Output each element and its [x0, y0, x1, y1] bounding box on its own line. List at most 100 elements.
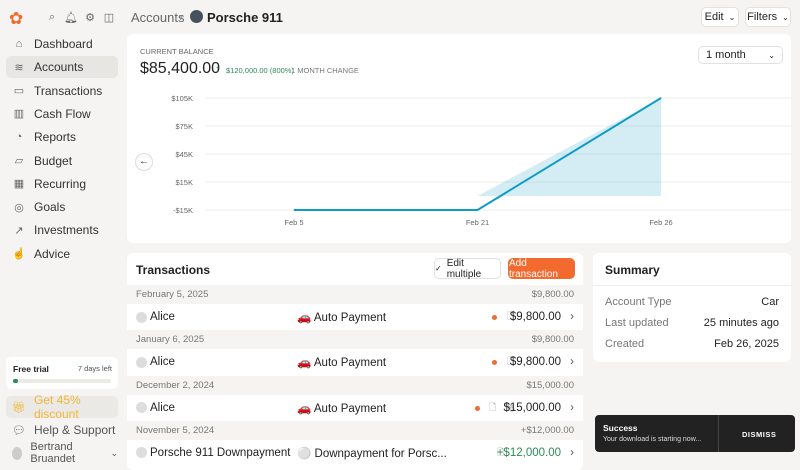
trial-days: 7 days left — [77, 364, 112, 373]
transaction-row[interactable]: Alice 🚗 Auto Payment 🗋 $9,800.00 › — [127, 349, 583, 375]
sidebar-toggle-icon[interactable]: ◫ — [102, 11, 116, 24]
merchant-icon — [136, 356, 147, 368]
sidebar-item-label: Budget — [34, 153, 73, 168]
transaction-row[interactable]: Alice 🚗 Auto Payment 🗋 📎︎ $15,000.00 › — [127, 395, 583, 421]
group-date: November 5, 2024 — [136, 424, 215, 436]
add-transaction-label: Add transaction — [509, 257, 558, 280]
chevron-down-icon: ⌄ — [110, 447, 118, 458]
calendar-icon: ▦ — [13, 178, 25, 191]
date-group-header: November 5, 2024 +$12,000.00 — [127, 420, 583, 440]
merchant-icon — [136, 447, 147, 459]
home-icon: ⌂ — [15, 38, 23, 50]
category: 🚗 Auto Payment — [297, 357, 387, 370]
user-menu[interactable]: Bertrand Bruandet ⌄ — [6, 441, 118, 465]
chevron-right-icon[interactable]: › — [570, 356, 574, 368]
summary-value: Car — [761, 296, 779, 308]
summary-card: Summary Account Type Car Last updated 25 mi… — [593, 253, 791, 362]
edit-multiple-button[interactable]: ✓ Edit multiple — [434, 258, 501, 280]
add-transaction-button[interactable]: Add transaction — [508, 257, 575, 280]
chevron-right-icon[interactable]: › — [570, 447, 574, 459]
y-tick-label: -$15K — [173, 206, 193, 215]
transaction-row[interactable]: Alice 🚗 Auto Payment 🗋 $9,800.00 › — [127, 304, 583, 330]
sidebar-item-label: Advice — [34, 246, 71, 261]
trial-label: Free trial — [13, 364, 49, 374]
transactions-card: Transactions ✓ Edit multiple Add transact… — [127, 253, 583, 470]
bell-icon[interactable]: 🔔︎ — [64, 11, 78, 24]
target-icon: ◎ — [14, 201, 24, 214]
merchant-name: Alice — [150, 311, 175, 323]
group-date: February 5, 2025 — [136, 289, 209, 300]
data-point — [660, 97, 662, 99]
sidebar-item-recurring[interactable]: ▦ Recurring — [6, 173, 118, 195]
sidebar-item-label: Cash Flow — [34, 106, 91, 121]
status-dot — [492, 360, 497, 366]
sidebar-item-label: Transactions — [34, 83, 103, 98]
divider — [593, 285, 791, 286]
dismiss-button[interactable]: DISMISS — [742, 430, 776, 439]
sidebar-item-label: Goals — [34, 200, 66, 215]
group-total: $15,000.00 — [526, 379, 574, 391]
data-point — [477, 209, 478, 211]
merchant-name: Alice — [150, 356, 175, 369]
area-fill — [477, 98, 661, 196]
sidebar-item-goals[interactable]: ◎ Goals — [6, 196, 118, 218]
y-tick-label: $105K — [171, 94, 193, 103]
sidebar-item-advice[interactable]: ☝ Advice — [6, 243, 118, 265]
chevron-down-icon: ⌄ — [782, 12, 789, 22]
summary-row: Last updated 25 minutes ago — [605, 317, 779, 329]
transaction-row[interactable]: Porsche 911 Downpayment ⚪ Downpayment fo… — [127, 440, 583, 466]
search-icon[interactable]: ⌕ — [45, 11, 59, 24]
discount-label: Get 45% discount — [33, 393, 81, 421]
avatar — [12, 446, 23, 460]
group-total: $9,800.00 — [531, 334, 574, 346]
date-group-header: February 5, 2025 $9,800.00 — [127, 285, 583, 304]
breadcrumb-accounts[interactable]: Accounts — [131, 10, 184, 25]
toast-divider — [718, 415, 719, 452]
group-total: $9,800.00 — [531, 289, 574, 300]
sidebar-item-accounts[interactable]: ≋ Accounts — [6, 56, 118, 79]
summary-label: Last updated — [605, 317, 669, 329]
discount-button[interactable]: 🎁︎ Get 45% discount — [6, 393, 118, 421]
thumbs-up-icon: ☝ — [12, 248, 26, 261]
map-icon: ▱ — [14, 155, 24, 167]
check-icon: ✓ — [435, 264, 442, 273]
y-tick-label: $75K — [175, 122, 193, 131]
gear-icon[interactable]: ⚙ — [83, 11, 97, 24]
sidebar-item-label: Dashboard — [34, 37, 93, 51]
sidebar-item-reports[interactable]: ◔ Reports — [6, 126, 118, 148]
summary-row: Created Feb 26, 2025 — [605, 338, 779, 350]
status-dot — [475, 405, 480, 411]
group-date: December 2, 2024 — [136, 379, 215, 391]
sidebar-item-transactions[interactable]: ▭ Transactions — [6, 80, 118, 102]
category: ⚪ Downpayment for Porsc... — [297, 447, 447, 460]
toast-message: Your download is starting now... — [603, 436, 702, 443]
sidebar-item-cash-flow[interactable]: ▥ Cash Flow — [6, 103, 118, 125]
success-toast: Success Your download is starting now...… — [595, 415, 795, 452]
filters-button[interactable]: Filters ⌄ — [745, 7, 791, 27]
transaction-amount: $9,800.00 — [509, 356, 561, 369]
x-tick-label: Feb 5 — [284, 218, 303, 227]
edit-button[interactable]: Edit ⌄ — [701, 7, 739, 27]
document-icon: 🗋 — [489, 401, 497, 412]
category: 🚗 Auto Payment — [297, 312, 387, 324]
sidebar-item-investments[interactable]: ↗ Investments — [6, 219, 118, 241]
bar-chart-icon: ▥ — [13, 108, 25, 121]
y-tick-label: $45K — [175, 150, 193, 159]
free-trial-card: Free trial 7 days left — [6, 357, 118, 389]
app-logo[interactable]: ✿ — [9, 9, 23, 29]
sidebar-item-budget[interactable]: ▱ Budget — [6, 150, 118, 172]
chevron-right-icon[interactable]: › — [570, 402, 574, 414]
trial-progress — [13, 379, 111, 383]
y-tick-label: $15K — [175, 178, 193, 187]
summary-label: Created — [605, 338, 645, 350]
help-support-link[interactable]: 💬︎ Help & Support — [6, 419, 118, 441]
chevron-right-icon[interactable]: › — [570, 311, 574, 323]
group-date: January 6, 2025 — [136, 334, 205, 346]
merchant-icon — [136, 402, 147, 414]
sidebar-item-dashboard[interactable]: ⌂ Dashboard — [6, 33, 118, 55]
toast-title: Success — [603, 423, 638, 433]
chat-icon: 💬︎ — [12, 424, 26, 437]
user-name: Bertrand Bruandet — [30, 441, 76, 465]
merchant-name: Alice — [150, 401, 175, 414]
gift-icon: 🎁︎ — [12, 401, 26, 414]
